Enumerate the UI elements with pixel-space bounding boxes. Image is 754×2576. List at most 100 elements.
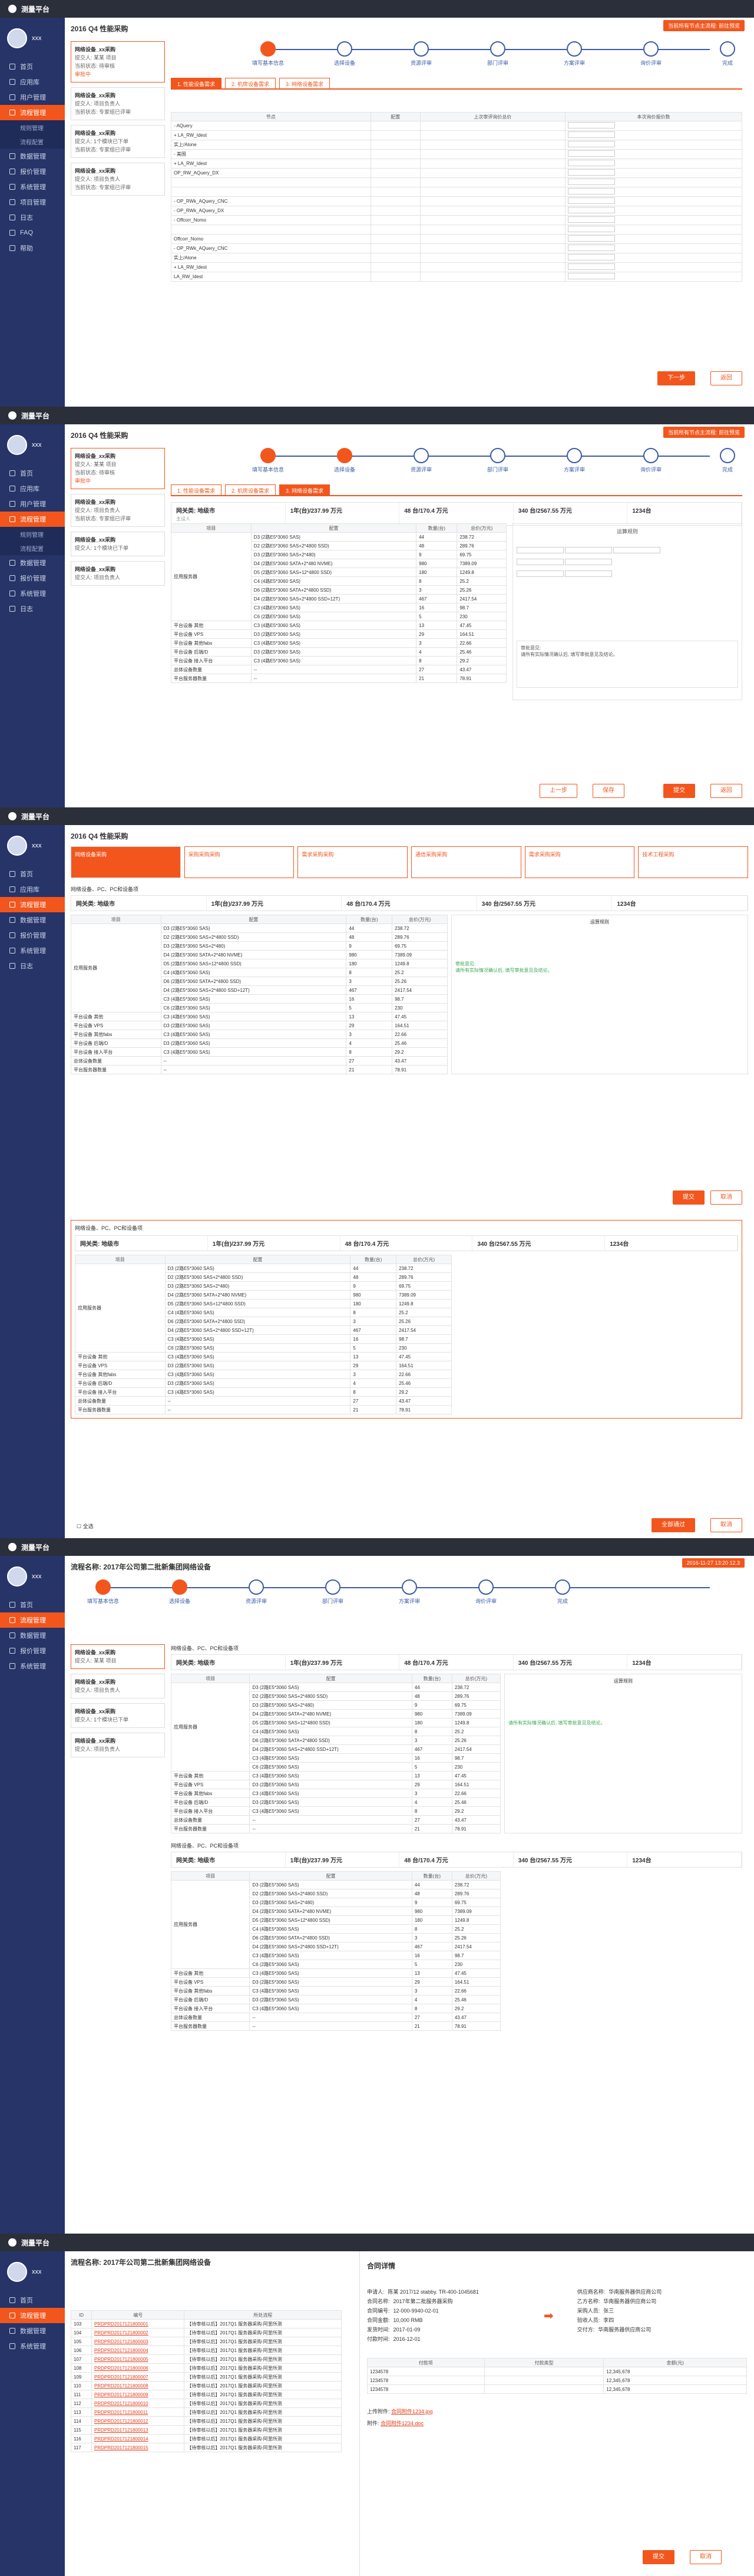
nav-sub-rules[interactable]: 规则管理 [0, 527, 65, 541]
nav-item-users[interactable]: 用户管理 [0, 496, 65, 512]
category-card[interactable]: 通信采购采购 [411, 846, 521, 878]
table-row[interactable]: 108 PRDPRD2017121800006 【待审核以后】2017Q1 服务器采… [71, 2363, 342, 2373]
submit-button[interactable]: 提交 [643, 2550, 674, 2564]
contract-code-link[interactable]: PRDPRD2017121800007 [91, 2372, 185, 2382]
formula-input[interactable] [565, 570, 613, 577]
nav-item-data[interactable]: 数据管理 [0, 555, 65, 570]
table-row[interactable]: 113 PRDPRD2017121800011 【待审核以后】2017Q1 服务器采… [71, 2407, 342, 2417]
nav-sub-config[interactable]: 流程配置 [0, 134, 65, 149]
request-card[interactable]: 网络设备_xx采购 提交人: 某某 项目 当前状态: 待审核 审批中 [71, 448, 165, 489]
count-input[interactable] [567, 216, 615, 223]
tree-row[interactable]: Offcorr_Nomo [171, 234, 743, 244]
tree-row[interactable]: 实上/Alone [171, 140, 743, 150]
contract-code-link[interactable]: PRDPRD2017121800003 [91, 2337, 185, 2346]
section-title[interactable]: 网络设备、PC、PC和设备项 [75, 1224, 738, 1232]
next-button[interactable]: 下一步 [657, 371, 695, 385]
nav-item-data[interactable]: 数据管理 [0, 149, 65, 164]
tree-row[interactable]: - OP_RWk_AQuery_CNC [171, 196, 743, 206]
contract-code-link[interactable]: PRDPRD2017121800002 [91, 2328, 185, 2337]
tree-row[interactable]: - OP_RWk_AQuery_DX [171, 206, 743, 216]
table-row[interactable]: 111 PRDPRD2017121800009 【待审核以后】2017Q1 服务器采… [71, 2390, 342, 2399]
nav-item-quote[interactable]: 报价管理 [0, 570, 65, 586]
count-input[interactable] [567, 188, 615, 194]
count-input[interactable] [567, 245, 615, 251]
nav-item-data[interactable]: 数据管理 [0, 912, 65, 928]
warning-button[interactable]: 当前所有节点主流程: 前往预览 [663, 20, 745, 31]
count-input[interactable] [567, 122, 615, 128]
count-input[interactable] [567, 141, 615, 147]
nav-item-project[interactable]: 项目管理 [0, 194, 65, 210]
section-title[interactable]: 网络设备、PC、PC和设备项 [171, 1644, 742, 1652]
attachment-link[interactable]: 合同附件1234.jpg [391, 2409, 433, 2415]
request-card[interactable]: 网络设备_xx采购 提交人: 某某 项目 [71, 1644, 165, 1669]
nav-item-system[interactable]: 系统管理 [0, 943, 65, 958]
nav-item-system[interactable]: 系统管理 [0, 2338, 65, 2354]
back-button[interactable]: 返回 [710, 371, 742, 385]
tab-room[interactable]: 2. 机房设备需求 [225, 484, 276, 495]
nav-item-home[interactable]: 首页 [0, 866, 65, 882]
nav-item-users[interactable]: 用户管理 [0, 90, 65, 105]
nav-item-home[interactable]: 首页 [0, 1597, 65, 1612]
tree-row[interactable] [171, 177, 743, 187]
nav-item-log[interactable]: 日志 [0, 958, 65, 974]
cancel-button[interactable]: 取消 [690, 2550, 722, 2564]
cancel-button[interactable]: 取消 [710, 1190, 742, 1205]
prev-button[interactable]: 上一步 [540, 784, 577, 798]
count-input[interactable] [567, 179, 615, 185]
count-input[interactable] [567, 197, 615, 204]
tree-row[interactable]: LA_RW_Idest [171, 272, 743, 282]
contract-code-link[interactable]: PRDPRD2017121800008 [91, 2381, 185, 2390]
table-row[interactable]: 114 PRDPRD2017121800012 【待审核以后】2017Q1 服务器采… [71, 2416, 342, 2426]
tree-row[interactable]: OP_RW_AQuery_DX [171, 168, 743, 178]
category-card[interactable]: 需求采购采购 [524, 846, 635, 878]
tree-row[interactable] [171, 225, 743, 235]
nav-item-flow[interactable]: 流程管理 [0, 2308, 65, 2323]
nav-item-flow[interactable]: 流程管理 [0, 512, 65, 527]
contract-code-link[interactable]: PRDPRD2017121800004 [91, 2346, 185, 2355]
nav-item-flow[interactable]: 流程管理 [0, 897, 65, 912]
contract-code-link[interactable]: PRDPRD2017121800012 [91, 2416, 185, 2426]
avatar[interactable] [7, 1566, 27, 1587]
formula-input[interactable] [613, 547, 661, 553]
request-card[interactable]: 网络设备_xx采购 提交人: 项目负责人 [71, 561, 165, 586]
table-row[interactable]: 107 PRDPRD2017121800005 【待审核以后】2017Q1 服务器采… [71, 2354, 342, 2364]
attachment-link[interactable]: 合同附件1234.doc [381, 2420, 424, 2426]
contract-code-link[interactable]: PRDPRD2017121800005 [91, 2354, 185, 2364]
request-card[interactable]: 网络设备_xx采购 提交人: 1个模块已下单 [71, 532, 165, 556]
contract-code-link[interactable]: PRDPRD2017121800010 [91, 2399, 185, 2408]
category-card[interactable]: 技术工程采购 [638, 846, 749, 878]
nav-item-home[interactable]: 首页 [0, 2293, 65, 2308]
tab-room[interactable]: 2. 机房设备需求 [225, 78, 276, 88]
tree-row[interactable]: - 美国 [171, 149, 743, 159]
table-row[interactable]: 110 PRDPRD2017121800008 【待审核以后】2017Q1 服务器采… [71, 2381, 342, 2390]
table-row[interactable]: 104 PRDPRD2017121800002 【待审核以后】2017Q1 服务器采… [71, 2328, 342, 2337]
contract-code-link[interactable]: PRDPRD2017121800011 [91, 2407, 185, 2417]
formula-input[interactable] [517, 559, 564, 565]
nav-item-flow[interactable]: 流程管理 [0, 1612, 65, 1628]
count-input[interactable] [567, 169, 615, 176]
request-card[interactable]: 网络设备_xx采购 提交人: 某某 项目 当前状态: 待审核 审批中 [71, 41, 165, 83]
table-row[interactable]: 115 PRDPRD2017121800013 【待审核以后】2017Q1 服务器采… [71, 2425, 342, 2435]
select-all-checkbox[interactable]: ☐ 全选 [77, 1522, 94, 1530]
tab-performance[interactable]: 1. 性能设备需求 [171, 78, 222, 88]
tree-row[interactable]: + LA_RW_Idest [171, 159, 743, 169]
nav-item-quote[interactable]: 报价管理 [0, 928, 65, 943]
nav-item-apps[interactable]: 应用库 [0, 481, 65, 496]
nav-item-data[interactable]: 数据管理 [0, 1628, 65, 1643]
nav-item-home[interactable]: 首页 [0, 59, 65, 74]
request-card[interactable]: 网络设备_xx采购 提交人: 项目负责人 当前状态: 专家组已评审 [71, 163, 165, 196]
approve-all-button[interactable]: 全部通过 [652, 1518, 695, 1532]
nav-item-flow[interactable]: 流程管理 [0, 105, 65, 120]
contract-code-link[interactable]: PRDPRD2017121800014 [91, 2434, 185, 2443]
nav-item-home[interactable]: 首页 [0, 466, 65, 481]
nav-sub-config[interactable]: 流程配置 [0, 541, 65, 555]
nav-item-apps[interactable]: 应用库 [0, 74, 65, 90]
count-input[interactable] [567, 150, 615, 157]
contract-code-link[interactable]: PRDPRD2017121800009 [91, 2390, 185, 2399]
tree-row[interactable]: + LA_RW_Idest [171, 130, 743, 140]
back-button[interactable]: 返回 [710, 784, 742, 798]
table-row[interactable]: 109 PRDPRD2017121800007 【待审核以后】2017Q1 服务器采… [71, 2372, 342, 2382]
table-row[interactable]: 106 PRDPRD2017121800004 【待审核以后】2017Q1 服务器采… [71, 2346, 342, 2355]
nav-item-system[interactable]: 系统管理 [0, 1658, 65, 1674]
section-title[interactable]: 网络设备、PC、PC和设备项 [171, 1842, 742, 1849]
